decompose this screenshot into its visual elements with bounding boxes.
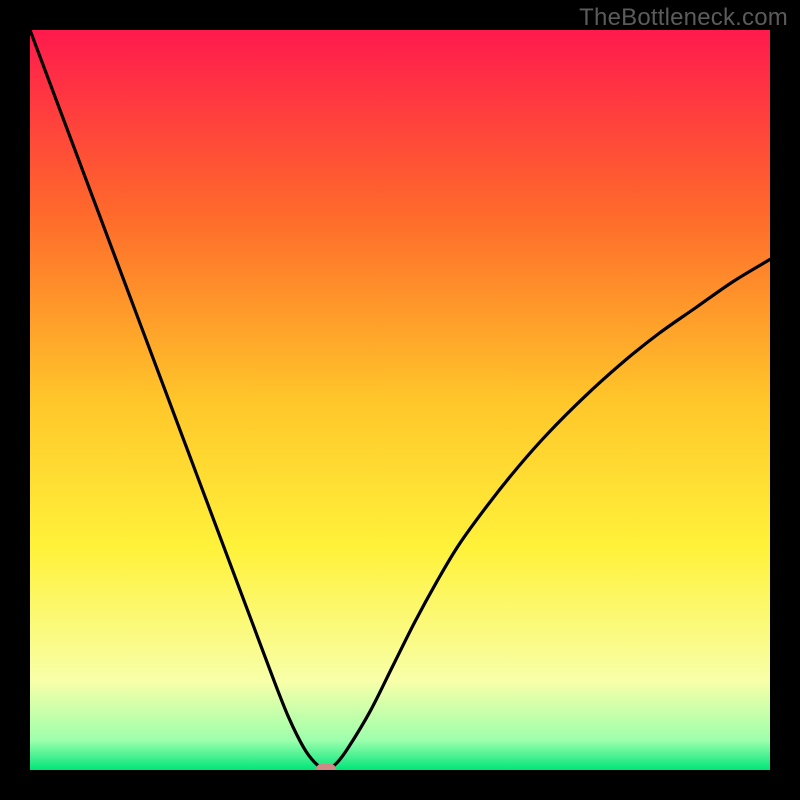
chart-svg [30,30,770,770]
plot-area [30,30,770,770]
chart-background-gradient [30,30,770,770]
watermark-text: TheBottleneck.com [579,4,788,32]
trough-marker [316,764,336,770]
chart-frame: TheBottleneck.com [0,0,800,800]
